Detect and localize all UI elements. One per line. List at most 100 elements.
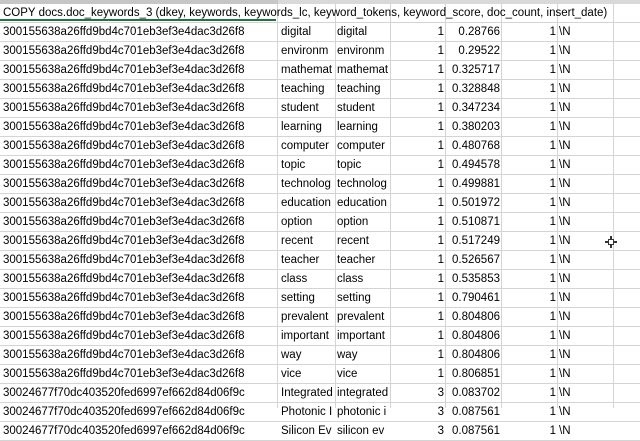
- cell-insert-date[interactable]: \N: [559, 422, 609, 441]
- cell-keyword-lc[interactable]: education: [337, 194, 391, 213]
- cell-dkey[interactable]: 300155638a26ffd9bd4c701eb3ef3e4dac3d26f8: [3, 346, 277, 365]
- cell-insert-date[interactable]: \N: [559, 327, 609, 346]
- cell-keyword-tokens[interactable]: 1: [392, 365, 444, 384]
- cell-doc-count[interactable]: 1: [502, 156, 556, 175]
- cell-keyword-lc[interactable]: option: [337, 213, 391, 232]
- cell-keyword-tokens[interactable]: 1: [392, 232, 444, 251]
- cell-keyword-score[interactable]: 0.804806: [446, 346, 500, 365]
- cell-keyword-lc[interactable]: setting: [337, 289, 391, 308]
- cell-insert-date[interactable]: \N: [559, 289, 609, 308]
- cell-keyword[interactable]: option: [281, 213, 335, 232]
- cell-keyword-score[interactable]: 0.501972: [446, 194, 500, 213]
- table-row[interactable]: 300155638a26ffd9bd4c701eb3ef3e4dac3d26f8…: [0, 175, 640, 194]
- table-row[interactable]: 300155638a26ffd9bd4c701eb3ef3e4dac3d26f8…: [0, 156, 640, 175]
- cell-keyword[interactable]: Silicon Ev: [281, 422, 335, 441]
- cell-insert-date[interactable]: \N: [559, 213, 609, 232]
- cell-dkey[interactable]: 300155638a26ffd9bd4c701eb3ef3e4dac3d26f8: [3, 80, 277, 99]
- cell-doc-count[interactable]: 1: [502, 422, 556, 441]
- cell-keyword[interactable]: setting: [281, 289, 335, 308]
- cell-keyword-score[interactable]: 0.499881: [446, 175, 500, 194]
- cell-doc-count[interactable]: 1: [502, 308, 556, 327]
- cell-keyword[interactable]: learning: [281, 118, 335, 137]
- cell-dkey[interactable]: 300155638a26ffd9bd4c701eb3ef3e4dac3d26f8: [3, 327, 277, 346]
- cell-dkey[interactable]: 300155638a26ffd9bd4c701eb3ef3e4dac3d26f8: [3, 23, 277, 42]
- cell-keyword-tokens[interactable]: 1: [392, 156, 444, 175]
- cell-doc-count[interactable]: 1: [502, 42, 556, 61]
- table-row[interactable]: 300155638a26ffd9bd4c701eb3ef3e4dac3d26f8…: [0, 137, 640, 156]
- table-row[interactable]: 30024677f70dc403520fed6997ef662d84d06f9c…: [0, 403, 640, 422]
- cell-keyword-lc[interactable]: computer: [337, 137, 391, 156]
- cell-doc-count[interactable]: 1: [502, 365, 556, 384]
- cell-keyword-tokens[interactable]: 1: [392, 251, 444, 270]
- cell-doc-count[interactable]: 1: [502, 23, 556, 42]
- cell-keyword[interactable]: Photonic I: [281, 403, 335, 422]
- cell-insert-date[interactable]: \N: [559, 232, 609, 251]
- cell-keyword-tokens[interactable]: 1: [392, 137, 444, 156]
- cell-keyword-score[interactable]: 0.517249: [446, 232, 500, 251]
- cell-keyword-score[interactable]: 0.087561: [446, 422, 500, 441]
- cell-dkey[interactable]: 30024677f70dc403520fed6997ef662d84d06f9c: [3, 384, 277, 403]
- cell-insert-date[interactable]: \N: [559, 118, 609, 137]
- cell-dkey[interactable]: 300155638a26ffd9bd4c701eb3ef3e4dac3d26f8: [3, 175, 277, 194]
- cell-keyword[interactable]: computer: [281, 137, 335, 156]
- cell-keyword-lc[interactable]: important: [337, 327, 391, 346]
- cell-dkey[interactable]: 300155638a26ffd9bd4c701eb3ef3e4dac3d26f8: [3, 99, 277, 118]
- cell-keyword-score[interactable]: 0.790461: [446, 289, 500, 308]
- cell-keyword-score[interactable]: 0.380203: [446, 118, 500, 137]
- cell-keyword-score[interactable]: 0.28766: [446, 23, 500, 42]
- cell-keyword-lc[interactable]: teaching: [337, 80, 391, 99]
- cell-keyword-tokens[interactable]: 1: [392, 289, 444, 308]
- cell-insert-date[interactable]: \N: [559, 23, 609, 42]
- cell-doc-count[interactable]: 1: [502, 403, 556, 422]
- cell-dkey[interactable]: 300155638a26ffd9bd4c701eb3ef3e4dac3d26f8: [3, 194, 277, 213]
- cell-keyword-lc[interactable]: technolog: [337, 175, 391, 194]
- cell-dkey[interactable]: 300155638a26ffd9bd4c701eb3ef3e4dac3d26f8: [3, 289, 277, 308]
- cell-keyword-score[interactable]: 0.347234: [446, 99, 500, 118]
- table-row[interactable]: 300155638a26ffd9bd4c701eb3ef3e4dac3d26f8…: [0, 232, 640, 251]
- cell-keyword-lc[interactable]: way: [337, 346, 391, 365]
- cell-insert-date[interactable]: \N: [559, 308, 609, 327]
- cell-insert-date[interactable]: \N: [559, 80, 609, 99]
- cell-doc-count[interactable]: 1: [502, 384, 556, 403]
- cell-doc-count[interactable]: 1: [502, 232, 556, 251]
- cell-insert-date[interactable]: \N: [559, 156, 609, 175]
- cell-doc-count[interactable]: 1: [502, 137, 556, 156]
- cell-keyword-score[interactable]: 0.328848: [446, 80, 500, 99]
- cell-keyword-tokens[interactable]: 1: [392, 80, 444, 99]
- cell-keyword-score[interactable]: 0.804806: [446, 327, 500, 346]
- cell-dkey[interactable]: 30024677f70dc403520fed6997ef662d84d06f9c: [3, 403, 277, 422]
- cell-doc-count[interactable]: 1: [502, 118, 556, 137]
- table-row[interactable]: 300155638a26ffd9bd4c701eb3ef3e4dac3d26f8…: [0, 270, 640, 289]
- cell-keyword[interactable]: topic: [281, 156, 335, 175]
- cell-keyword-lc[interactable]: digital: [337, 23, 391, 42]
- header-row[interactable]: COPY docs.doc_keywords_3 (dkey, keywords…: [0, 4, 640, 23]
- cell-keyword-lc[interactable]: learning: [337, 118, 391, 137]
- cell-dkey[interactable]: 300155638a26ffd9bd4c701eb3ef3e4dac3d26f8: [3, 156, 277, 175]
- cell-keyword-score[interactable]: 0.526567: [446, 251, 500, 270]
- table-row[interactable]: 300155638a26ffd9bd4c701eb3ef3e4dac3d26f8…: [0, 80, 640, 99]
- cell-keyword[interactable]: technolog: [281, 175, 335, 194]
- cell-keyword[interactable]: digital: [281, 23, 335, 42]
- cell-keyword-lc[interactable]: environm: [337, 42, 391, 61]
- cell-doc-count[interactable]: 1: [502, 61, 556, 80]
- cell-keyword-tokens[interactable]: 1: [392, 327, 444, 346]
- cell-keyword-lc[interactable]: mathemat: [337, 61, 391, 80]
- cell-keyword-score[interactable]: 0.083702: [446, 384, 500, 403]
- table-row[interactable]: 300155638a26ffd9bd4c701eb3ef3e4dac3d26f8…: [0, 42, 640, 61]
- cell-keyword-tokens[interactable]: 1: [392, 308, 444, 327]
- cell-insert-date[interactable]: \N: [559, 175, 609, 194]
- cell-dkey[interactable]: 300155638a26ffd9bd4c701eb3ef3e4dac3d26f8: [3, 270, 277, 289]
- cell-keyword-lc[interactable]: teacher: [337, 251, 391, 270]
- cell-dkey[interactable]: 300155638a26ffd9bd4c701eb3ef3e4dac3d26f8: [3, 213, 277, 232]
- cell-keyword-lc[interactable]: silicon ev: [337, 422, 391, 441]
- cell-keyword-tokens[interactable]: 1: [392, 99, 444, 118]
- cell-keyword-tokens[interactable]: 1: [392, 270, 444, 289]
- cell-keyword-tokens[interactable]: 1: [392, 23, 444, 42]
- cell-keyword[interactable]: important: [281, 327, 335, 346]
- table-row[interactable]: 30024677f70dc403520fed6997ef662d84d06f9c…: [0, 422, 640, 441]
- cell-insert-date[interactable]: \N: [559, 99, 609, 118]
- cell-doc-count[interactable]: 1: [502, 80, 556, 99]
- table-row[interactable]: 300155638a26ffd9bd4c701eb3ef3e4dac3d26f8…: [0, 365, 640, 384]
- cell-keyword-tokens[interactable]: 1: [392, 213, 444, 232]
- cell-dkey[interactable]: 300155638a26ffd9bd4c701eb3ef3e4dac3d26f8: [3, 61, 277, 80]
